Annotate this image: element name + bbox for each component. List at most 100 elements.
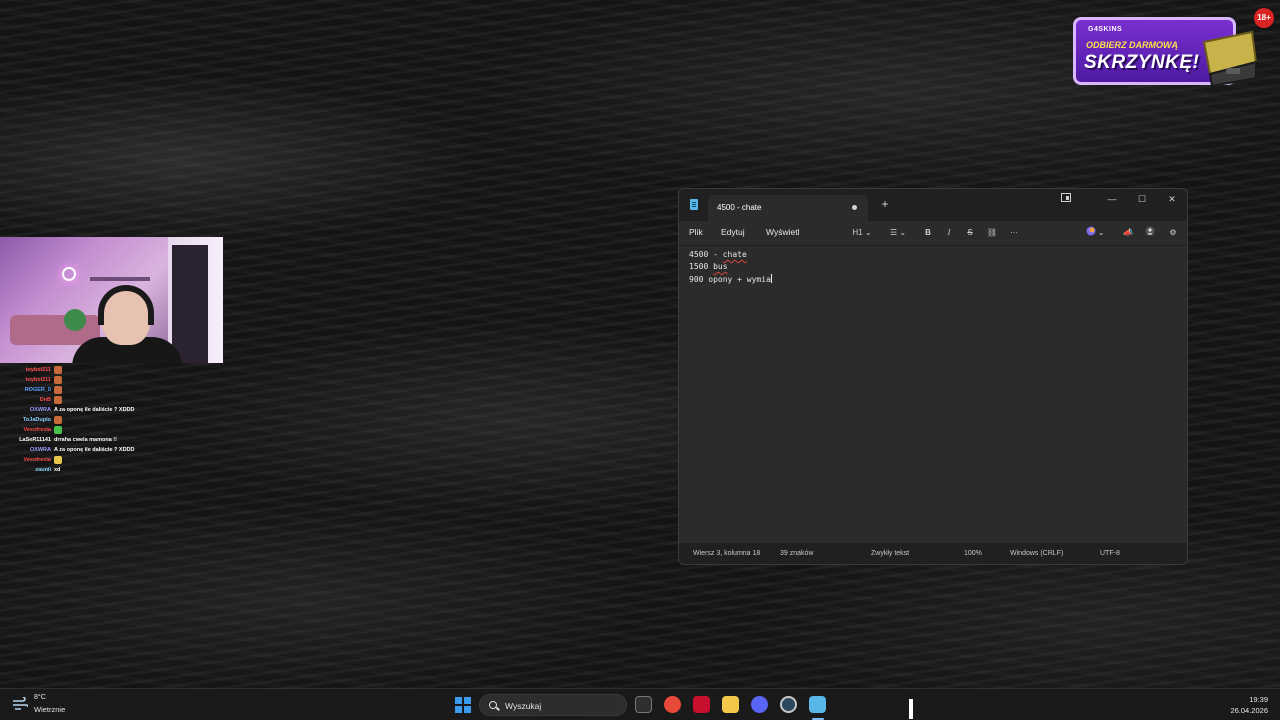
tray-overflow-bar[interactable] (909, 699, 913, 719)
editor-line-3: 900 opony + wymia (689, 274, 772, 284)
chat-message: Vexofrexia (0, 455, 200, 465)
chat-username: zaunii (35, 467, 51, 473)
chat-username: ROGER_0 (24, 387, 51, 393)
tab-title: 4500 - chate (717, 203, 762, 212)
status-line-endings: Windows (CRLF) (1010, 550, 1064, 557)
menu-view[interactable]: Wyświetl (766, 227, 799, 237)
clock-date[interactable]: 26.04.2026 (1218, 706, 1268, 715)
status-encoding: UTF-8 (1100, 550, 1120, 557)
chat-message: ToJaDuplo (0, 415, 200, 425)
bold-button[interactable]: B (922, 226, 934, 240)
chat-message: ROGER_0 (0, 385, 200, 395)
status-char-count: 39 znaków (780, 550, 814, 557)
webcam-neon-sign (62, 267, 76, 281)
status-bar: Wiersz 3, kolumna 18 39 znaków Zwykły te… (679, 543, 1187, 564)
text-caret (770, 274, 772, 283)
chat-text: drraha cwela mamona !! (54, 437, 117, 443)
close-button[interactable]: ✕ (1157, 191, 1187, 207)
taskbar-search[interactable]: Wyszukaj (479, 694, 627, 716)
chat-username: toyboi211 (25, 377, 51, 383)
status-zoom[interactable]: 100% (964, 550, 982, 557)
acrobat-icon[interactable] (693, 696, 710, 713)
minimize-button[interactable]: — (1097, 191, 1127, 207)
folder-icon[interactable] (722, 696, 739, 713)
chat-username: OXWRA (29, 447, 51, 453)
chat-emote-icon (54, 426, 62, 434)
heading-dropdown[interactable]: H1 ⌄ (849, 226, 875, 240)
snap-layout-icon[interactable] (1051, 191, 1081, 207)
chat-username: Vexofrexia (23, 457, 51, 463)
copilot-dropdown[interactable]: ⌄ (1082, 226, 1108, 240)
chat-emote-icon (54, 386, 62, 394)
maximize-button[interactable]: ☐ (1127, 191, 1157, 207)
start-windows-icon[interactable] (455, 697, 471, 713)
chat-message: DnB (0, 395, 200, 405)
editor-line-2: 1500 bus (689, 262, 728, 271)
stream-chat: toyboi211 toyboi211 ROGER_0 DnB OXWRA A za op… (0, 365, 200, 475)
chat-emote-icon (54, 396, 62, 404)
unsaved-dot-icon[interactable] (852, 205, 857, 210)
chat-message: toyboi211 (0, 375, 200, 385)
list-dropdown[interactable]: ☰ ⌄ (885, 226, 911, 240)
age-badge: 18+ (1254, 8, 1274, 28)
chat-emote-icon (54, 416, 62, 424)
link-icon[interactable]: ⛓ (985, 226, 999, 240)
clock-time[interactable]: 19:39 (1238, 695, 1268, 704)
chat-message: zaunii xd (0, 465, 200, 475)
notepad-window: 4500 - chate + — ☐ ✕ Plik Edytuj Wyświet… (678, 188, 1188, 565)
webcam-door-frame (172, 245, 208, 363)
strikethrough-button[interactable]: S (964, 226, 976, 240)
chat-username: Vexofrexia (23, 427, 51, 433)
title-bar[interactable]: 4500 - chate + — ☐ ✕ (679, 189, 1187, 221)
chat-text: A za oponę ile daliście ? XDDD (54, 447, 135, 453)
chat-emote-icon (54, 376, 62, 384)
status-cursor-position: Wiersz 3, kolumna 18 (693, 550, 761, 557)
new-tab-button[interactable]: + (879, 197, 891, 211)
weather-description[interactable]: Wietrznie (34, 705, 65, 714)
tab-4500-chate[interactable]: 4500 - chate (708, 195, 868, 221)
taskbar: 8°C Wietrznie Wyszukaj 19:39 26.04.2026 (0, 688, 1280, 720)
chat-text: A za oponę ile daliście ? XDDD (54, 407, 135, 413)
webcam-shelf (90, 277, 150, 281)
chat-message: LaSeR11141 drraha cwela mamona !! (0, 435, 200, 445)
chrome-icon[interactable] (664, 696, 681, 713)
line3-text: 900 opony + wymia (689, 275, 771, 284)
treasure-chest-icon (1202, 30, 1258, 88)
more-options-button[interactable]: ··· (1007, 226, 1021, 240)
headphones (98, 285, 154, 325)
chat-username: OXWRA (29, 407, 51, 413)
chat-text: xd (54, 467, 61, 473)
chat-message: OXWRA A za oponę ile daliście ? XDDD (0, 405, 200, 415)
settings-gear-icon[interactable]: ⚙ (1166, 226, 1180, 240)
search-icon (489, 701, 497, 709)
wind-weather-icon[interactable] (12, 697, 28, 711)
line2-text: 1500 (689, 262, 714, 271)
text-editor[interactable]: 4500 - chate 1500 bus 900 opony + wymia (679, 245, 1187, 543)
chat-username: LaSeR11141 (19, 437, 51, 443)
announcement-icon[interactable]: 📣 (1121, 226, 1135, 240)
chat-emote-icon (54, 366, 62, 374)
chat-message: OXWRA A za oponę ile daliście ? XDDD (0, 445, 200, 455)
task-view-icon[interactable] (635, 696, 652, 713)
menu-edit[interactable]: Edytuj (721, 227, 745, 237)
chat-username: DnB (39, 397, 51, 403)
promo-line2: SKRZYNKĘ! (1084, 52, 1200, 73)
promo-line1: ODBIERZ DARMOWĄ (1086, 40, 1178, 50)
notepad-icon[interactable] (809, 696, 826, 713)
editor-line-1: 4500 - chate (689, 250, 747, 259)
account-icon[interactable] (1143, 226, 1157, 240)
search-placeholder: Wyszukaj (505, 701, 542, 711)
discord-icon[interactable] (751, 696, 768, 713)
steam-icon[interactable] (780, 696, 797, 713)
chat-message: Vexofrexia (0, 425, 200, 435)
chat-username: ToJaDuplo (22, 417, 51, 423)
line1-misspelled-word: chate (722, 250, 747, 259)
menu-bar: Plik Edytuj Wyświetl H1 ⌄ ☰ ⌄ B I S ⛓ ··… (679, 221, 1187, 245)
menu-file[interactable]: Plik (689, 227, 703, 237)
webcam-overlay (0, 237, 223, 363)
webcam-plant (64, 309, 86, 331)
italic-button[interactable]: I (943, 226, 955, 240)
weather-temperature[interactable]: 8°C (34, 694, 46, 701)
line1-text: 4500 - (689, 250, 723, 259)
notepad-app-icon (690, 199, 698, 210)
